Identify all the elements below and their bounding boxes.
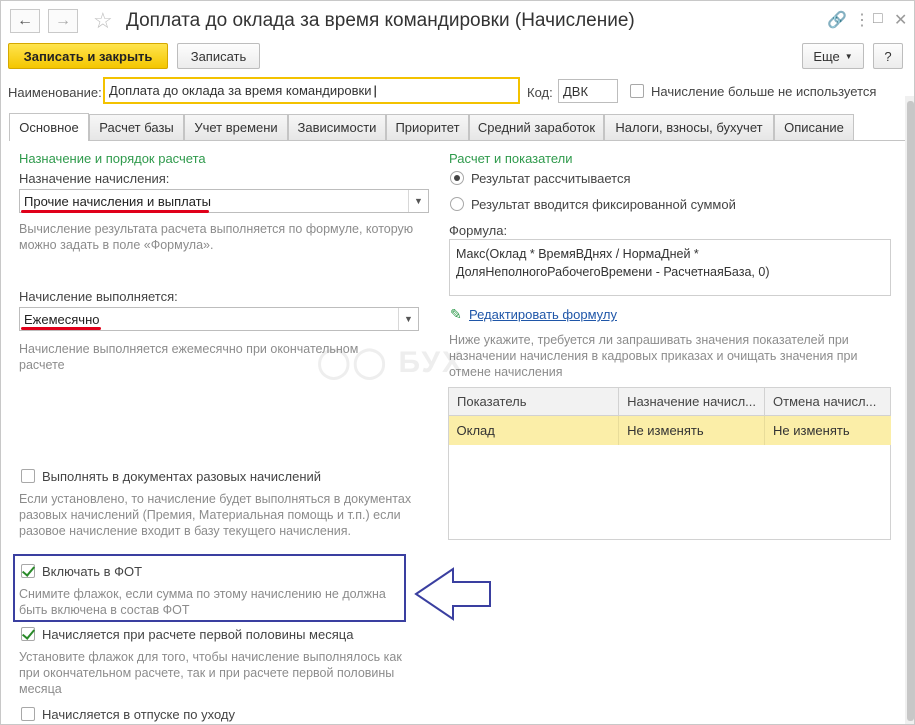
more-vertical-icon[interactable]: ⋮ xyxy=(854,10,870,30)
executed-hint: Начисление выполняется ежемесячно при ок… xyxy=(19,342,359,372)
tab-description[interactable]: Описание xyxy=(774,114,854,140)
radio-calculated-label: Результат рассчитывается xyxy=(471,171,631,186)
scrollbar-thumb[interactable] xyxy=(907,101,914,721)
more-button-label: Еще xyxy=(813,48,840,64)
red-underline-annotation xyxy=(21,210,209,213)
tab-time-accounting[interactable]: Учет времени xyxy=(184,114,288,140)
formula-line: ДоляНеполногоРабочегоВремени - Расчетная… xyxy=(456,265,770,279)
forward-button[interactable]: → xyxy=(48,9,78,33)
unused-checkbox[interactable] xyxy=(630,84,644,98)
code-field[interactable]: ДВК xyxy=(558,79,618,103)
maximize-icon[interactable]: □ xyxy=(873,10,883,28)
one-time-hint: Если установлено, то начисление будет вы… xyxy=(19,492,412,538)
tab-average-earnings[interactable]: Средний заработок xyxy=(469,114,604,140)
fot-checkbox[interactable] xyxy=(21,564,35,578)
tab-base-calculation[interactable]: Расчет базы xyxy=(89,114,184,140)
tab-dependencies[interactable]: Зависимости xyxy=(288,114,386,140)
table-header-row: Показатель Назначение начисл... Отмена н… xyxy=(447,387,891,416)
code-label: Код: xyxy=(527,85,553,100)
favorite-star-icon[interactable]: ☆ xyxy=(93,8,113,34)
tab-priority[interactable]: Приоритет xyxy=(386,114,469,140)
arrow-right-icon: → xyxy=(55,12,71,29)
name-field-value: Доплата до оклада за время командировки xyxy=(109,83,372,98)
chevron-down-icon[interactable]: ▼ xyxy=(408,190,428,212)
first-half-hint: Установите флажок для того, чтобы начисл… xyxy=(19,650,402,696)
radio-fixed-label: Результат вводится фиксированной суммой xyxy=(471,197,736,212)
tab-taxes-accounting[interactable]: Налоги, взносы, бухучет xyxy=(604,114,774,140)
purpose-label: Назначение начисления: xyxy=(19,171,170,186)
more-button[interactable]: Еще ▼ xyxy=(802,43,864,69)
tab-divider xyxy=(9,140,905,141)
help-button[interactable]: ? xyxy=(873,43,903,69)
purpose-section-title: Назначение и порядок расчета xyxy=(19,151,206,166)
one-time-label: Выполнять в документах разовых начислени… xyxy=(42,469,322,484)
indicators-table: Показатель Назначение начисл... Отмена н… xyxy=(447,387,891,445)
arrow-annotation-icon xyxy=(414,567,491,621)
save-and-close-button[interactable]: Записать и закрыть xyxy=(8,43,168,69)
indicators-hint: Ниже укажите, требуется ли запрашивать з… xyxy=(449,333,858,379)
first-half-label: Начисляется при расчете первой половины … xyxy=(42,627,354,642)
column-header[interactable]: Показатель xyxy=(447,387,620,416)
executed-select-value: Ежемесячно xyxy=(24,312,100,327)
back-button[interactable]: ← xyxy=(10,9,40,33)
calc-section-title: Расчет и показатели xyxy=(449,151,573,166)
close-icon[interactable]: ✕ xyxy=(894,10,907,30)
tab-main[interactable]: Основное xyxy=(9,113,89,141)
radio-fixed[interactable] xyxy=(450,197,464,211)
column-header[interactable]: Назначение начисл... xyxy=(618,387,766,416)
executed-label: Начисление выполняется: xyxy=(19,289,178,304)
table-cell[interactable]: Не изменять xyxy=(618,415,766,445)
table-row[interactable]: Оклад Не изменять Не изменять xyxy=(448,415,891,445)
pencil-icon: ✎ xyxy=(450,306,462,322)
formula-label: Формула: xyxy=(449,223,508,238)
unused-label: Начисление больше не используется xyxy=(651,84,877,99)
fot-hint: Снимите флажок, если сумма по этому начи… xyxy=(19,587,386,617)
leave-checkbox[interactable] xyxy=(21,707,35,721)
fot-label: Включать в ФОТ xyxy=(42,564,143,579)
name-field[interactable]: Доплата до оклада за время командировки | xyxy=(103,77,520,104)
column-header[interactable]: Отмена начисл... xyxy=(764,387,891,416)
purpose-select-value: Прочие начисления и выплаты xyxy=(24,194,211,209)
save-button[interactable]: Записать xyxy=(177,43,260,69)
purpose-hint: Вычисление результата расчета выполняетс… xyxy=(19,222,414,252)
arrow-left-icon: ← xyxy=(17,12,33,29)
link-icon[interactable]: 🔗 xyxy=(827,10,847,30)
form-window: ← → ☆ Доплата до оклада за время команди… xyxy=(0,0,915,725)
formula-line: Макс(Оклад * ВремяВДнях / НормаДней * xyxy=(456,247,699,261)
red-underline-annotation xyxy=(21,327,101,330)
chevron-down-icon[interactable]: ▼ xyxy=(398,308,418,330)
window-title: Доплата до оклада за время командировки … xyxy=(126,10,635,31)
first-half-checkbox[interactable] xyxy=(21,627,35,641)
chevron-down-icon: ▼ xyxy=(844,51,853,61)
edit-formula-link[interactable]: Редактировать формулу xyxy=(469,307,617,322)
table-cell[interactable]: Оклад xyxy=(448,415,620,445)
name-label: Наименование: xyxy=(8,85,102,100)
leave-label: Начисляется в отпуске по уходу xyxy=(42,707,236,722)
one-time-checkbox[interactable] xyxy=(21,469,35,483)
radio-calculated[interactable] xyxy=(450,171,464,185)
table-cell[interactable]: Не изменять xyxy=(764,415,891,445)
formula-field[interactable]: Макс(Оклад * ВремяВДнях / НормаДней * До… xyxy=(449,239,891,296)
